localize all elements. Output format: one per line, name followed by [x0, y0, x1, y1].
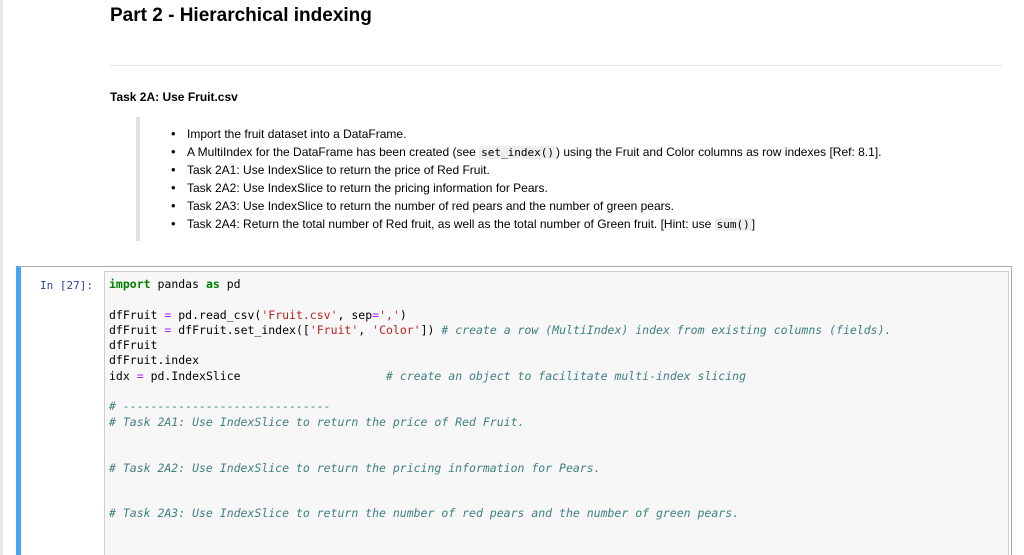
list-item-text: Task 2A4: Return the total number of Red… [187, 217, 715, 231]
comment-line: # Task 2A2: Use IndexSlice to return the… [109, 460, 601, 475]
inline-code: set_index() [479, 146, 557, 159]
page-title: Part 2 - Hierarchical indexing [110, 5, 372, 26]
task-heading: Task 2A: Use Fruit.csv [110, 90, 238, 104]
list-item-text: ) using the Fruit and Color columns as r… [556, 145, 882, 159]
comment-token: # create an object to facilitate multi-i… [385, 368, 746, 383]
list-item-text: Import the fruit dataset into a DataFram… [187, 127, 407, 141]
code-line: import pandas as pd [109, 277, 241, 291]
inline-code: sum() [714, 218, 752, 231]
list-item: Task 2A1: Use IndexSlice to return the p… [171, 161, 882, 179]
code-line: idx = pd.IndexSlice # create an object t… [109, 369, 746, 383]
operator-token: = [136, 368, 144, 383]
code-token: , sep [337, 307, 373, 322]
code-token: pd [219, 277, 241, 291]
list-item: Import the fruit dataset into a DataFram… [171, 125, 882, 143]
list-item: A MultiIndex for the DataFrame has been … [171, 143, 882, 161]
code-line: dfFruit = pd.read_csv('Fruit.csv', sep='… [109, 308, 407, 322]
task-list: Import the fruit dataset into a DataFram… [171, 125, 882, 233]
code-line: dfFruit = dfFruit.set_index(['Fruit', 'C… [109, 323, 891, 337]
comment-line: # Task 2A3: Use IndexSlice to return the… [109, 506, 740, 521]
list-item-text: ] [751, 217, 756, 231]
list-item: Task 2A4: Return the total number of Red… [171, 215, 882, 233]
list-item-text: Task 2A2: Use IndexSlice to return the p… [187, 181, 548, 195]
string-token: 'Fruit.csv' [261, 307, 338, 322]
string-token: 'Color' [372, 322, 421, 337]
section-divider [110, 65, 1002, 66]
code-token: ) [399, 307, 407, 322]
code-line: dfFruit.index [109, 353, 200, 368]
comment-line: # Task 2A1: Use IndexSlice to return the… [109, 414, 525, 429]
code-token: , [358, 322, 373, 337]
code-text[interactable]: import pandas as pd dfFruit = pd.read_cs… [109, 277, 891, 522]
code-token: dfFruit [109, 307, 165, 322]
list-item-text: Task 2A3: Use IndexSlice to return the n… [187, 199, 674, 213]
code-token: pandas [150, 277, 206, 291]
string-token: ',' [379, 307, 400, 322]
keyword-token: import [109, 277, 151, 291]
comment-line: # ------------------------------ [109, 399, 331, 414]
code-token: dfFruit [109, 322, 165, 337]
list-item-text: Task 2A1: Use IndexSlice to return the p… [187, 163, 490, 177]
list-item: Task 2A2: Use IndexSlice to return the p… [171, 179, 882, 197]
code-token: pd.IndexSlice [143, 368, 386, 383]
keyword-token: as [205, 277, 220, 291]
code-token: idx [109, 368, 137, 383]
string-token: 'Fruit' [309, 322, 359, 337]
list-item: Task 2A3: Use IndexSlice to return the n… [171, 197, 882, 215]
list-item-text: A MultiIndex for the DataFrame has been … [187, 145, 480, 159]
page-edge [0, 0, 3, 555]
input-prompt: In [27]: [40, 279, 93, 292]
task-blockquote: Import the fruit dataset into a DataFram… [136, 117, 1000, 241]
code-token: ]) [420, 322, 442, 337]
code-line: dfFruit [109, 338, 158, 353]
code-token: pd.read_csv( [171, 307, 262, 322]
comment-token: # create a row (MultiIndex) index from e… [441, 322, 892, 337]
code-token: dfFruit.set_index([ [171, 322, 310, 337]
